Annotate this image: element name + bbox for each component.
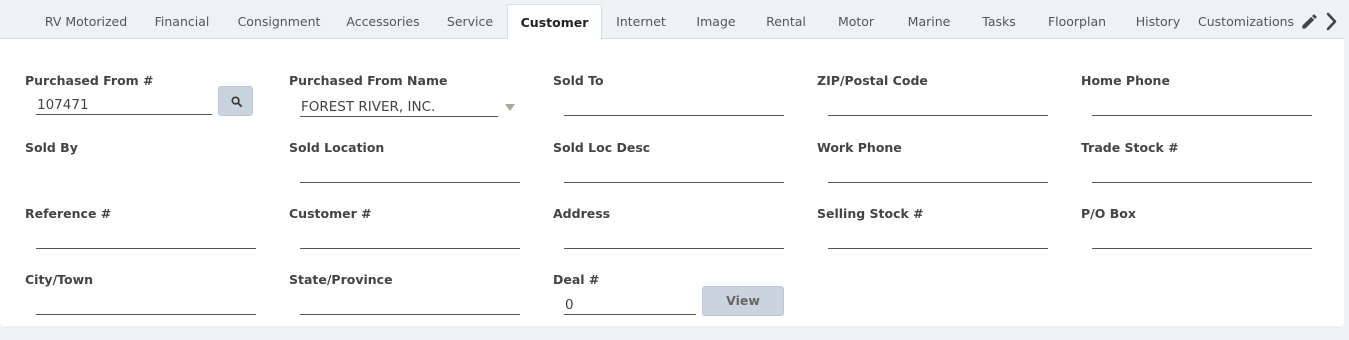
tab-rv-motorized[interactable]: RV Motorized: [36, 5, 136, 38]
sold-by-label: Sold By: [25, 140, 78, 155]
customer-num-label: Customer #: [289, 206, 372, 221]
address-label: Address: [553, 206, 611, 221]
city-label: City/Town: [25, 272, 94, 287]
sold-location-input[interactable]: [300, 163, 520, 183]
sold-loc-desc-label: Sold Loc Desc: [553, 140, 651, 155]
work-phone-input[interactable]: [828, 163, 1048, 183]
po-box-input[interactable]: [1092, 229, 1312, 249]
po-box-label: P/O Box: [1081, 206, 1136, 221]
zip-input[interactable]: [828, 96, 1048, 116]
tab-marine[interactable]: Marine: [900, 5, 958, 38]
chevron-right-icon[interactable]: [1325, 12, 1339, 35]
selling-stock-input[interactable]: [828, 229, 1048, 249]
home-phone-input[interactable]: [1092, 96, 1312, 116]
trade-stock-label: Trade Stock #: [1081, 140, 1179, 155]
search-button[interactable]: [218, 86, 253, 116]
sold-to-label: Sold To: [553, 73, 604, 88]
home-phone-label: Home Phone: [1081, 73, 1170, 88]
chevron-down-icon[interactable]: [505, 104, 515, 111]
sold-loc-desc-input[interactable]: [564, 163, 784, 183]
sold-location-label: Sold Location: [289, 140, 385, 155]
reference-input[interactable]: [36, 229, 256, 249]
tab-rental[interactable]: Rental: [760, 5, 812, 38]
purchased-from-name-select[interactable]: [300, 97, 498, 117]
state-label: State/Province: [289, 272, 393, 287]
tab-financial[interactable]: Financial: [146, 5, 218, 38]
selling-stock-label: Selling Stock #: [817, 206, 924, 221]
tab-bar: RV Motorized Financial Consignment Acces…: [0, 0, 1349, 39]
reference-label: Reference #: [25, 206, 112, 221]
tab-floorplan[interactable]: Floorplan: [1040, 5, 1114, 38]
tab-history[interactable]: History: [1128, 5, 1188, 38]
state-input[interactable]: [300, 295, 520, 315]
deal-num-label: Deal #: [553, 272, 600, 287]
tab-customer[interactable]: Customer: [507, 4, 602, 39]
customer-panel: Purchased From # Purchased From Name Sol…: [0, 38, 1344, 326]
tab-accessories[interactable]: Accessories: [340, 5, 426, 38]
sold-to-input[interactable]: [564, 96, 784, 116]
purchased-from-num-input[interactable]: [36, 95, 212, 115]
deal-num-input[interactable]: [564, 295, 696, 315]
address-input[interactable]: [564, 229, 784, 249]
tab-internet[interactable]: Internet: [612, 5, 670, 38]
view-button[interactable]: View: [702, 286, 784, 316]
city-input[interactable]: [36, 295, 256, 315]
tab-customizations[interactable]: Customizations: [1198, 5, 1298, 38]
trade-stock-input[interactable]: [1092, 163, 1312, 183]
pencil-icon[interactable]: [1300, 12, 1319, 35]
purchased-from-num-label: Purchased From #: [25, 73, 154, 88]
purchased-from-name-label: Purchased From Name: [289, 73, 448, 88]
tab-image[interactable]: Image: [690, 5, 742, 38]
tab-consignment[interactable]: Consignment: [230, 5, 328, 38]
search-icon: [231, 96, 242, 107]
tab-service[interactable]: Service: [440, 5, 500, 38]
tab-tasks[interactable]: Tasks: [975, 5, 1023, 38]
customer-num-input[interactable]: [300, 229, 520, 249]
work-phone-label: Work Phone: [817, 140, 902, 155]
zip-label: ZIP/Postal Code: [817, 73, 928, 88]
tab-motor[interactable]: Motor: [832, 5, 880, 38]
bottom-strip: [0, 326, 1349, 340]
